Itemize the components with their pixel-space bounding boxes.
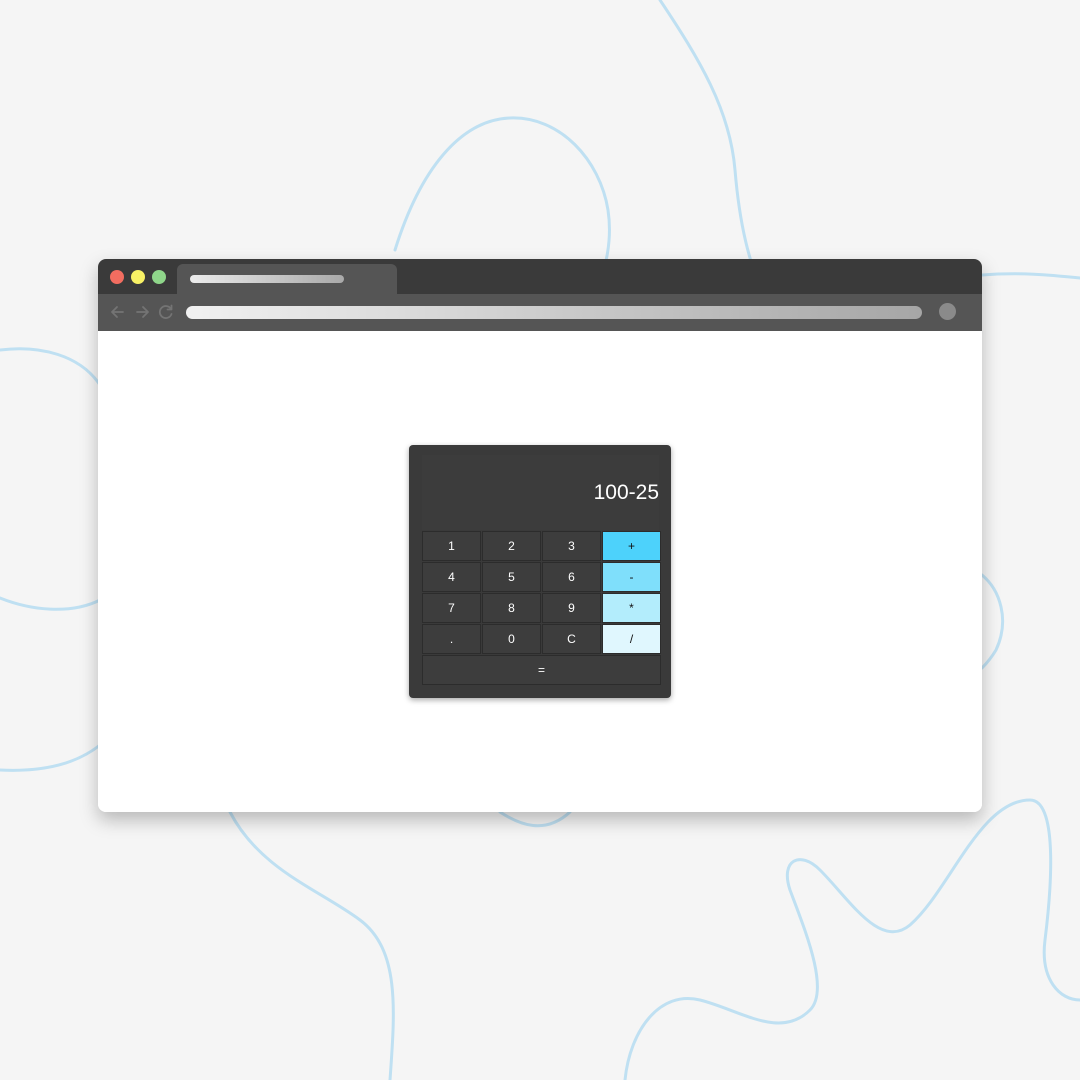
- key-3-button[interactable]: 3: [542, 531, 601, 561]
- calculator-display: 100-25: [422, 455, 659, 530]
- navigation-bar: [98, 294, 982, 331]
- forward-arrow-icon[interactable]: [132, 302, 152, 322]
- calculator-keypad: 1 2 3 +4 5 6- 7 8 9 *. 0 C / =: [422, 531, 661, 685]
- key-6-button[interactable]: 6: [542, 562, 601, 592]
- back-arrow-icon[interactable]: [108, 302, 128, 322]
- key-5-button[interactable]: 5: [482, 562, 541, 592]
- address-bar[interactable]: [186, 306, 922, 319]
- maximize-window-button[interactable]: [152, 270, 166, 284]
- key-9-button[interactable]: 9: [542, 593, 601, 623]
- close-window-button[interactable]: [110, 270, 124, 284]
- key-decimal-button[interactable]: .: [422, 624, 481, 654]
- key-1-button[interactable]: 1: [422, 531, 481, 561]
- key-multiply-button[interactable]: *: [602, 593, 661, 623]
- key-8-button[interactable]: 8: [482, 593, 541, 623]
- key-0-button[interactable]: 0: [482, 624, 541, 654]
- reload-icon[interactable]: [156, 302, 176, 322]
- minimize-window-button[interactable]: [131, 270, 145, 284]
- key-equals-button[interactable]: =: [422, 655, 661, 685]
- key-4-button[interactable]: 4: [422, 562, 481, 592]
- key-7-button[interactable]: 7: [422, 593, 481, 623]
- key-clear-button[interactable]: C: [542, 624, 601, 654]
- key-minus-button[interactable]: -: [602, 562, 661, 592]
- key-2-button[interactable]: 2: [482, 531, 541, 561]
- profile-avatar[interactable]: [939, 303, 956, 320]
- tab-title-placeholder: [190, 275, 344, 283]
- key-divide-button[interactable]: /: [602, 624, 661, 654]
- page-viewport: 100-25 1 2 3 +4 5 6- 7 8 9 *. 0 C / =: [98, 331, 982, 812]
- browser-window: 100-25 1 2 3 +4 5 6- 7 8 9 *. 0 C / =: [98, 259, 982, 812]
- key-plus-button[interactable]: +: [602, 531, 661, 561]
- calculator: 100-25 1 2 3 +4 5 6- 7 8 9 *. 0 C / =: [409, 445, 671, 698]
- browser-tab[interactable]: [177, 264, 397, 294]
- title-bar: [98, 259, 982, 294]
